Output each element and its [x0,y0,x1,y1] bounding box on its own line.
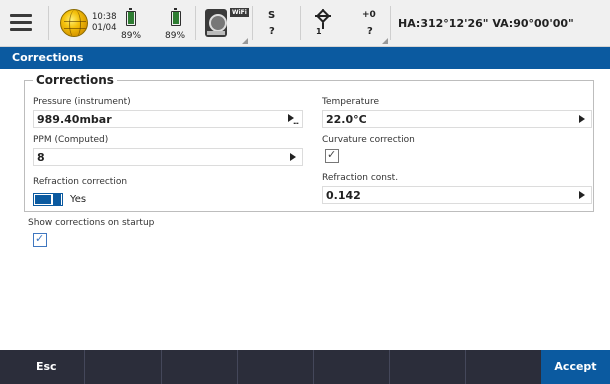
temperature-label: Temperature [322,97,380,107]
corner-indicator-icon [242,38,248,44]
battery-percent: 89% [165,31,186,41]
pressure-options-button[interactable]: ... [284,111,302,127]
softkey-empty[interactable] [313,350,389,384]
battery-icon[interactable] [126,8,136,26]
status-divider [252,6,253,40]
temperature-field[interactable]: 22.0°C [322,110,592,128]
status-divider [300,6,301,40]
status-divider [48,6,49,40]
ppm-label: PPM (Computed) [33,135,109,145]
s-label[interactable]: S [268,10,275,21]
softkey-empty[interactable] [465,350,541,384]
softkey-empty[interactable] [237,350,313,384]
refraction-const-value: 0.142 [326,189,361,202]
s-value: ? [269,26,275,37]
refraction-toggle[interactable] [33,193,63,206]
wifi-badge: WiFi [230,8,249,17]
battery-icon[interactable] [171,8,181,26]
ppm-field[interactable]: 8 [33,148,303,166]
temperature-arrow-button[interactable] [573,111,591,127]
arrow-right-icon [579,191,585,199]
globe-icon[interactable] [60,9,88,37]
battery-percent: 89% [121,31,142,41]
arrow-right-icon [290,153,296,161]
status-divider [390,6,391,40]
softkey-empty[interactable] [84,350,161,384]
status-bar: 10:38 01/04 89% 89% WiFi S ? 1 +0 ? HA:3… [0,0,610,47]
group-title: Corrections [33,73,117,87]
instrument-icon[interactable] [205,9,227,37]
ppm-arrow-button[interactable] [284,149,302,165]
check-icon: ✓ [35,232,45,245]
temperature-value: 22.0°C [326,113,367,126]
softkey-empty[interactable] [389,350,465,384]
refraction-label: Refraction correction [33,177,128,187]
refraction-const-label: Refraction const. [322,173,399,183]
esc-button[interactable]: Esc [36,360,57,373]
ppm-value: 8 [37,151,45,164]
refraction-const-arrow-button[interactable] [573,187,591,203]
clock: 10:38 01/04 [92,12,117,33]
accept-button[interactable]: Accept [541,350,610,384]
arrow-more-icon: ... [287,114,299,126]
menu-icon[interactable] [10,14,32,32]
offset-label[interactable]: +0 [362,10,376,20]
page-title: Corrections [0,47,610,69]
pressure-field[interactable]: 989.40mbar ... [33,110,303,128]
softkey-empty[interactable] [161,350,237,384]
startup-checkbox[interactable]: ✓ [33,232,47,247]
bottom-bar: Esc Accept [0,350,610,384]
arrow-right-icon [579,115,585,123]
status-divider [195,6,196,40]
refraction-const-field[interactable]: 0.142 [322,186,592,204]
startup-label: Show corrections on startup [28,218,155,228]
curvature-checkbox[interactable]: ✓ [325,148,339,163]
pressure-value: 989.40mbar [37,113,112,126]
prism-count: 1 [316,27,322,36]
pressure-label: Pressure (instrument) [33,97,131,107]
check-icon: ✓ [327,148,337,161]
offset-value: ? [367,26,373,37]
refraction-toggle-label: Yes [70,194,87,205]
curvature-label: Curvature correction [322,135,415,145]
corner-indicator-icon [382,38,388,44]
angles-readout[interactable]: HA:312°12'26" VA:90°00'00" [398,17,574,30]
